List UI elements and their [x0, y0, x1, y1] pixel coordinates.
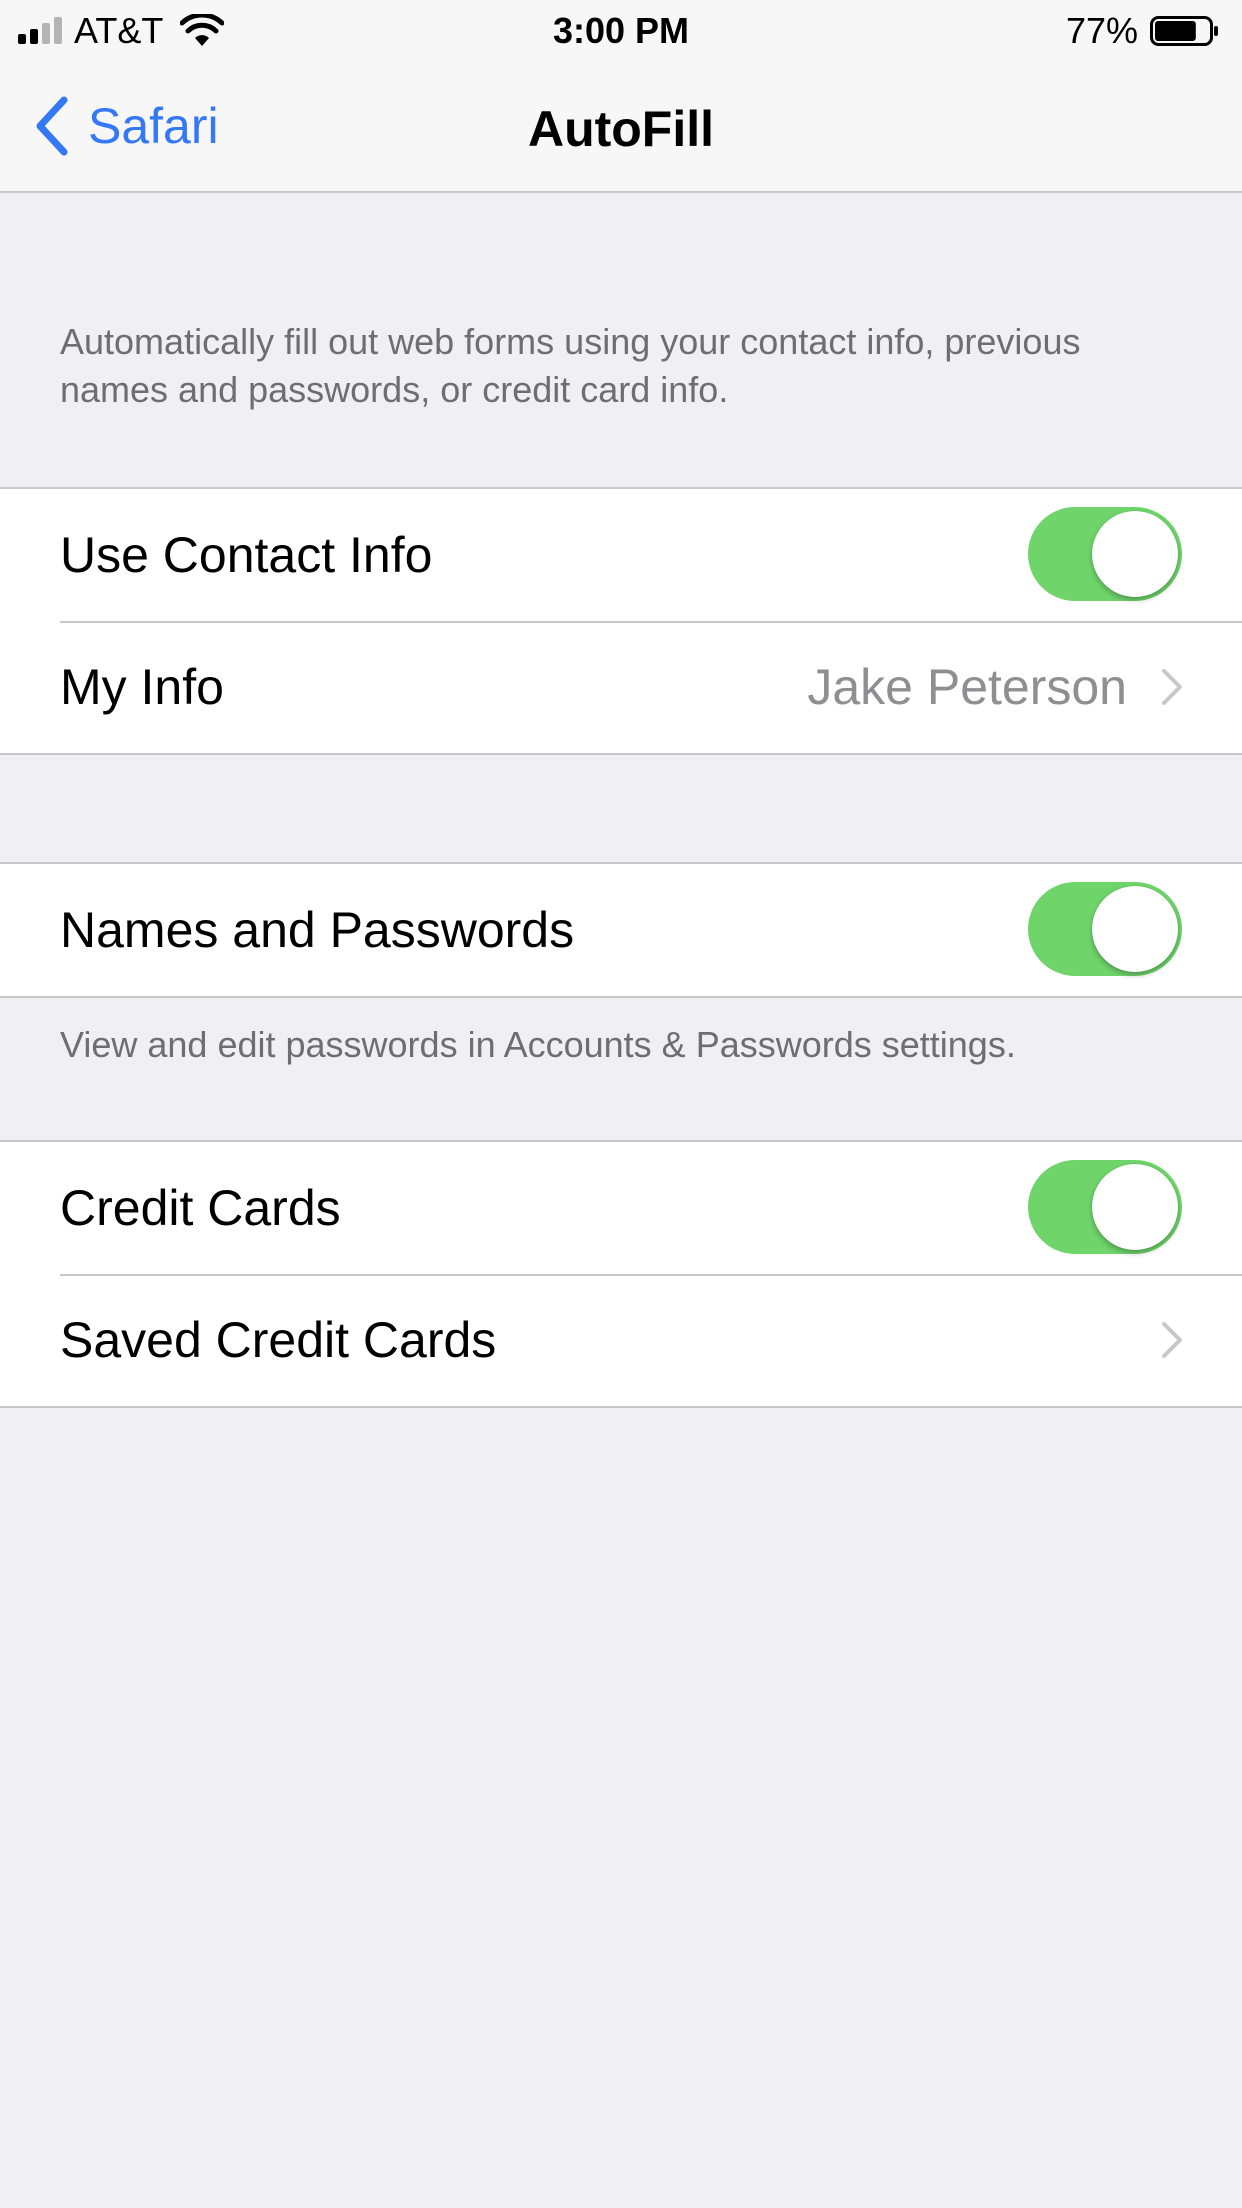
credit-card-settings-group: Credit Cards Saved Credit Cards [0, 1140, 1242, 1408]
passwords-settings-group: Names and Passwords [0, 862, 1242, 998]
clock: 3:00 PM [552, 10, 690, 51]
use-contact-info-label: Use Contact Info [60, 527, 433, 583]
battery-icon [1150, 16, 1218, 46]
my-info-row[interactable]: My Info Jake Peterson [0, 621, 1242, 753]
names-and-passwords-label: Names and Passwords [60, 902, 575, 958]
saved-credit-cards-row[interactable]: Saved Credit Cards [0, 1274, 1242, 1406]
toggle-knob [1092, 1164, 1178, 1250]
battery-fill [1155, 21, 1196, 41]
credit-cards-toggle[interactable] [1028, 1160, 1182, 1254]
toggle-knob [1092, 511, 1178, 597]
contact-settings-group: Use Contact Info My Info Jake Peterson [0, 487, 1242, 755]
saved-credit-cards-label: Saved Credit Cards [60, 1312, 497, 1368]
chevron-right-icon [1162, 669, 1182, 705]
credit-cards-label: Credit Cards [60, 1180, 341, 1236]
my-info-label: My Info [60, 659, 224, 715]
names-and-passwords-row: Names and Passwords [0, 864, 1242, 996]
use-contact-info-toggle[interactable] [1028, 507, 1182, 601]
credit-cards-row: Credit Cards [0, 1142, 1242, 1274]
toggle-knob [1092, 886, 1178, 972]
status-bar: AT&T 3:00 PM 77% [0, 0, 1242, 62]
page-title: AutoFill [527, 101, 715, 157]
my-info-value: Jake Peterson [807, 659, 1127, 715]
use-contact-info-row: Use Contact Info [0, 489, 1242, 621]
navigation-bar: Safari AutoFill [0, 62, 1242, 193]
passwords-footer-note: View and edit passwords in Accounts & Pa… [60, 1024, 1016, 1065]
names-and-passwords-toggle[interactable] [1028, 882, 1182, 976]
battery-percentage: 77% [1065, 10, 1138, 51]
chevron-right-icon [1162, 1322, 1182, 1358]
autofill-description: Automatically fill out web forms using y… [60, 321, 1081, 410]
